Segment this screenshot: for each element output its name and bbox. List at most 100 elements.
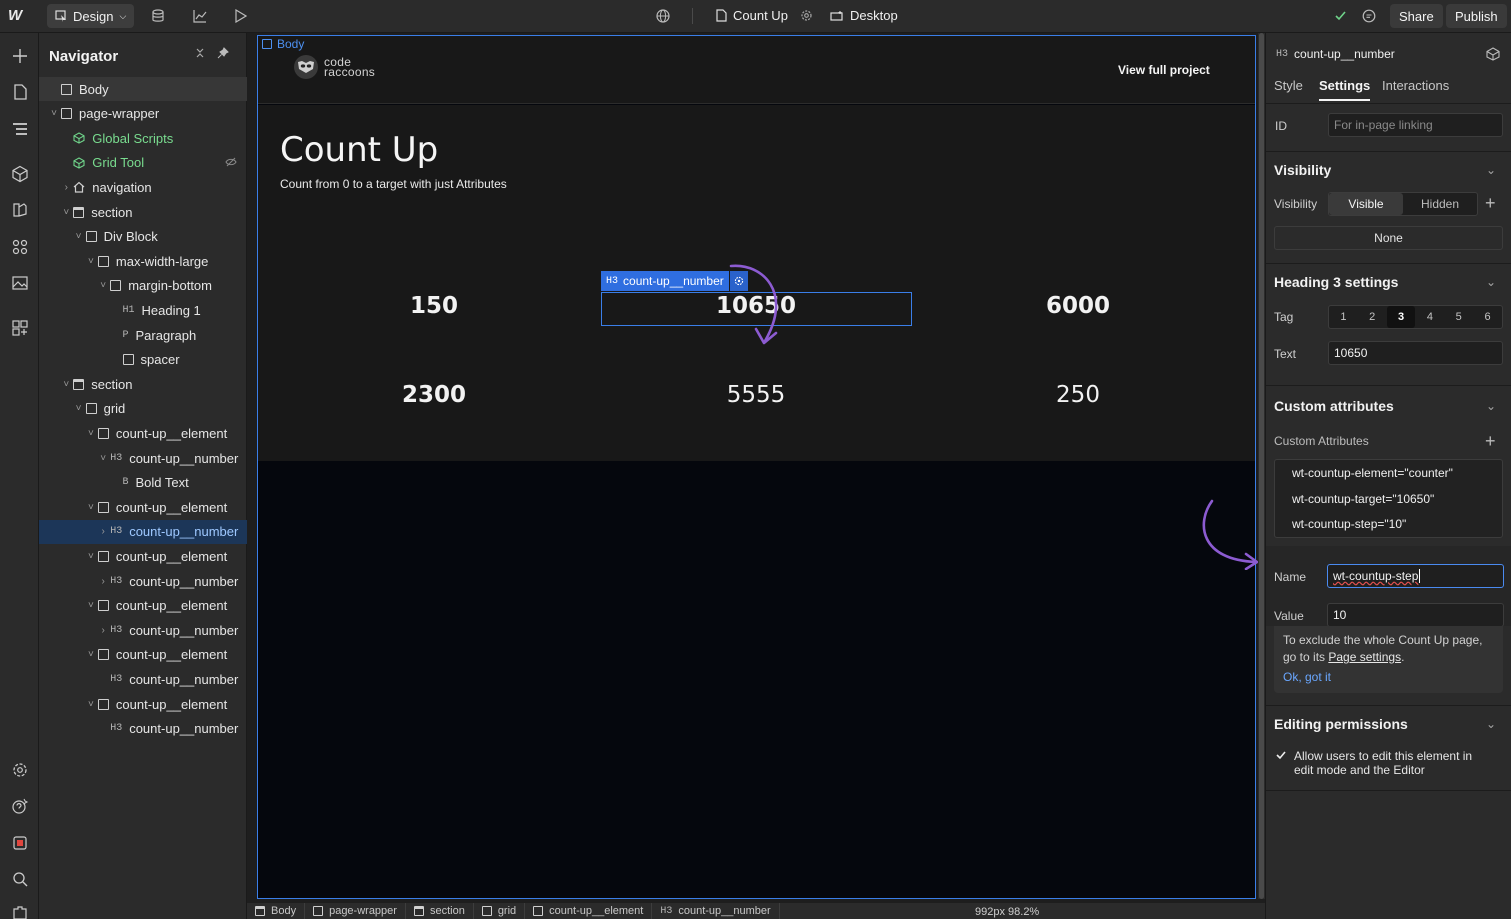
extensions-icon[interactable] <box>11 905 29 919</box>
heading-settings-title[interactable]: Heading 3 settings <box>1274 274 1398 290</box>
navigator-item[interactable]: › H3 count-up__number <box>39 569 247 593</box>
chevron-down-icon[interactable]: ˅ <box>86 551 96 562</box>
navigator-item[interactable]: Body <box>39 77 247 101</box>
add-elements-icon[interactable] <box>11 47 29 65</box>
cms-icon[interactable] <box>151 9 165 23</box>
navigator-item[interactable]: ˅ count-up__element <box>39 692 247 716</box>
navigator-item[interactable]: ˅ count-up__element <box>39 421 247 445</box>
scrollbar-thumb[interactable] <box>1259 33 1264 899</box>
site-navigation[interactable]: code raccoons View full project <box>258 36 1255 104</box>
navigator-item[interactable]: ˅ grid <box>39 397 247 421</box>
navigator-item[interactable]: spacer <box>39 348 247 372</box>
comments-icon[interactable] <box>1362 9 1376 23</box>
chevron-down-icon[interactable]: ˅ <box>86 699 96 710</box>
count-up-number[interactable]: 5555 <box>596 382 916 408</box>
mode-switcher-button[interactable]: Design ⌵ <box>47 4 135 28</box>
navigator-item[interactable]: Global Scripts <box>39 126 247 150</box>
page-settings-link[interactable]: Page settings <box>1328 650 1401 664</box>
chevron-right-icon[interactable]: › <box>98 526 108 537</box>
heading-tag-selector[interactable]: 123456 <box>1328 305 1503 329</box>
style-selectors-icon[interactable] <box>11 201 29 219</box>
chevron-down-icon[interactable]: ˅ <box>86 649 96 660</box>
hidden-eye-icon[interactable] <box>225 157 237 167</box>
editing-permissions-title[interactable]: Editing permissions <box>1274 716 1408 732</box>
navigator-item[interactable]: ˅ Div Block <box>39 225 247 249</box>
id-input[interactable]: For in-page linking <box>1328 113 1503 137</box>
settings-gear-icon[interactable] <box>11 761 29 779</box>
collapse-all-icon[interactable] <box>194 47 206 59</box>
chevron-down-icon[interactable]: ˅ <box>98 280 108 291</box>
search-icon[interactable] <box>11 870 29 888</box>
navigator-item[interactable]: H1 Heading 1 <box>39 298 247 322</box>
page-settings-gear-icon[interactable] <box>800 9 813 22</box>
count-up-number[interactable]: 250 <box>918 382 1238 408</box>
design-canvas[interactable]: Body code raccoons View full project Cou… <box>257 35 1256 899</box>
record-icon[interactable] <box>11 834 29 852</box>
chevron-right-icon[interactable]: › <box>98 625 108 636</box>
chevron-down-icon[interactable]: ⌄ <box>1486 399 1496 413</box>
attribute-item[interactable]: wt-countup-step="10" <box>1292 517 1406 531</box>
share-button[interactable]: Share <box>1390 4 1443 28</box>
selected-element-name[interactable]: H3 count-up__number <box>601 271 729 291</box>
navigator-item[interactable]: H3 count-up__number <box>39 717 247 741</box>
heading-tag-option[interactable]: 6 <box>1473 306 1502 328</box>
attribute-value-input[interactable]: 10 <box>1327 603 1504 627</box>
breadcrumb-item[interactable]: page-wrapper <box>305 903 406 919</box>
navigator-item[interactable]: ˅ count-up__element <box>39 544 247 568</box>
variables-icon[interactable] <box>11 238 29 256</box>
visibility-none-button[interactable]: None <box>1274 226 1503 250</box>
tab-interactions[interactable]: Interactions <box>1382 78 1449 93</box>
pin-icon[interactable] <box>217 47 229 59</box>
navigator-item[interactable]: ˅ page-wrapper <box>39 102 247 126</box>
chevron-down-icon[interactable]: ˅ <box>86 600 96 611</box>
chevron-down-icon[interactable]: ˅ <box>86 428 96 439</box>
attribute-item[interactable]: wt-countup-target="10650" <box>1292 492 1434 506</box>
chevron-right-icon[interactable]: › <box>98 576 108 587</box>
chevron-right-icon[interactable]: › <box>61 182 71 193</box>
page-paragraph[interactable]: Count from 0 to a target with just Attri… <box>280 177 507 191</box>
chevron-down-icon[interactable]: ˅ <box>86 502 96 513</box>
chevron-down-icon[interactable]: ˅ <box>74 403 84 414</box>
navigator-item[interactable]: › H3 count-up__number <box>39 618 247 642</box>
navigator-item[interactable]: ˅ section <box>39 372 247 396</box>
chevron-down-icon[interactable]: ˅ <box>74 231 84 242</box>
navigator-item[interactable]: ˅ max-width-large <box>39 249 247 273</box>
navigator-item[interactable]: P Paragraph <box>39 323 247 347</box>
heading-tag-option[interactable]: 1 <box>1329 306 1358 328</box>
visibility-section-title[interactable]: Visibility <box>1274 162 1331 178</box>
visibility-visible-option[interactable]: Visible <box>1329 193 1403 215</box>
hero-section[interactable]: Count Up Count from 0 to a target with j… <box>258 105 1255 461</box>
chevron-down-icon[interactable]: ˅ <box>61 207 71 218</box>
text-input[interactable]: 10650 <box>1328 341 1503 365</box>
visibility-toggle[interactable]: Visible Hidden <box>1328 192 1478 216</box>
ok-got-it-link[interactable]: Ok, got it <box>1283 669 1494 686</box>
navigator-item[interactable]: ˅ count-up__element <box>39 594 247 618</box>
navigator-item[interactable]: B Bold Text <box>39 471 247 495</box>
count-up-number[interactable]: 2300 <box>274 382 594 408</box>
navigator-item[interactable]: › H3 count-up__number <box>39 519 247 544</box>
navigator-item[interactable]: ˅ count-up__element <box>39 643 247 667</box>
chevron-down-icon[interactable]: ˅ <box>49 108 59 119</box>
attribute-name-input[interactable]: wt-countup-step <box>1327 564 1504 588</box>
page-heading[interactable]: Count Up <box>280 130 438 170</box>
heading-tag-option[interactable]: 5 <box>1444 306 1473 328</box>
breadcrumb-item[interactable]: H3 count-up__number <box>652 903 780 919</box>
breadcrumb-item[interactable]: Body <box>247 903 306 919</box>
chevron-down-icon[interactable]: ⌄ <box>1486 717 1496 731</box>
assets-icon[interactable] <box>11 274 29 292</box>
navigator-item[interactable]: H3 count-up__number <box>39 667 247 691</box>
heading-tag-option[interactable]: 2 <box>1358 306 1387 328</box>
breadcrumb-item[interactable]: grid <box>474 903 526 919</box>
apps-icon[interactable] <box>11 319 29 337</box>
chevron-down-icon[interactable]: ˅ <box>86 256 96 267</box>
tab-style[interactable]: Style <box>1274 78 1303 93</box>
view-full-project-link[interactable]: View full project <box>1118 63 1210 77</box>
heading-tag-option[interactable]: 4 <box>1415 306 1444 328</box>
chevron-down-icon[interactable]: ˅ <box>98 453 108 464</box>
canvas-scrollbar[interactable] <box>1258 33 1265 899</box>
navigator-item[interactable]: ˅ margin-bottom <box>39 274 247 298</box>
analytics-icon[interactable] <box>193 9 207 23</box>
navigator-item[interactable]: ˅ section <box>39 200 247 224</box>
add-condition-icon[interactable]: + <box>1485 193 1496 213</box>
webflow-logo[interactable]: W <box>8 7 22 24</box>
